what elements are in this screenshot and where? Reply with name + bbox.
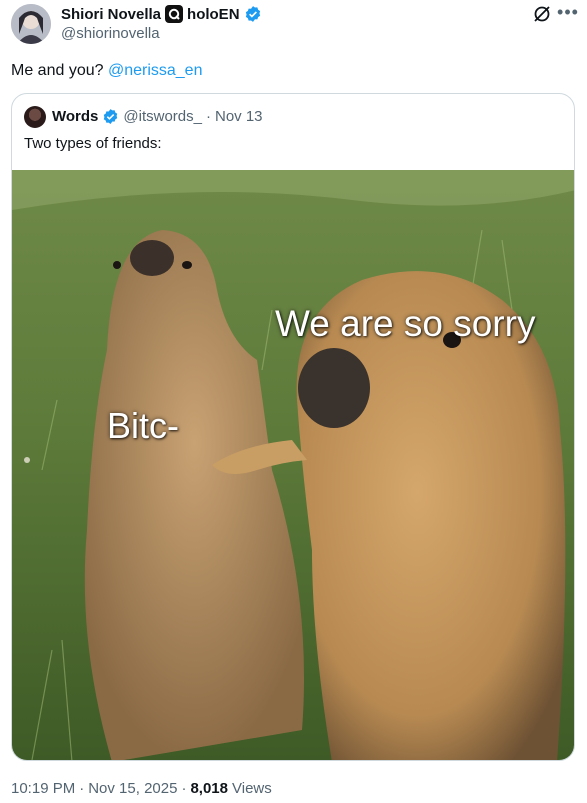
grok-icon[interactable]	[532, 4, 552, 24]
more-options-icon[interactable]: •••	[556, 3, 580, 25]
quoted-header: Words @itswords_ · Nov 13	[52, 108, 263, 125]
tweet-body: Me and you?	[11, 62, 108, 79]
meta-separator: ·	[181, 780, 187, 797]
quoted-author-handle[interactable]: @itswords_	[123, 108, 202, 125]
affiliate-name[interactable]: holoEN	[187, 6, 240, 23]
author-name-row[interactable]: Shiori Novella holoEN	[61, 4, 262, 24]
verified-badge-icon	[104, 109, 118, 124]
quoted-text: Two types of friends:	[24, 135, 162, 152]
mention-link[interactable]: @nerissa_en	[108, 62, 203, 79]
tweet-meta: 10:19 PM · Nov 15, 2025 · 8,018 Views	[11, 780, 272, 797]
affiliate-badge-icon[interactable]	[165, 5, 184, 23]
tweet-date[interactable]: Nov 15, 2025	[88, 780, 177, 797]
views-count: 8,018	[190, 780, 228, 797]
quoted-author-name[interactable]: Words	[52, 108, 98, 125]
author-handle[interactable]: @shiorinovella	[61, 25, 160, 42]
quoted-date[interactable]: Nov 13	[215, 108, 263, 125]
views-label: Views	[232, 780, 272, 797]
tweet-text: Me and you? @nerissa_en	[11, 61, 202, 81]
quoted-separator: ·	[206, 108, 211, 125]
meme-image[interactable]: We are so sorry Bitc-	[12, 170, 574, 760]
quoted-tweet-card[interactable]: Words @itswords_ · Nov 13 Two types of f…	[11, 93, 575, 761]
caption-we-are-so-sorry: We are so sorry	[275, 303, 536, 344]
caption-bitc: Bitc-	[107, 405, 179, 446]
meta-separator: ·	[79, 780, 85, 797]
quoted-author-avatar[interactable]	[24, 106, 46, 128]
tweet-time[interactable]: 10:19 PM	[11, 780, 75, 797]
verified-badge-icon	[245, 6, 260, 22]
author-avatar[interactable]	[11, 4, 51, 44]
author-name[interactable]: Shiori Novella	[61, 6, 161, 23]
